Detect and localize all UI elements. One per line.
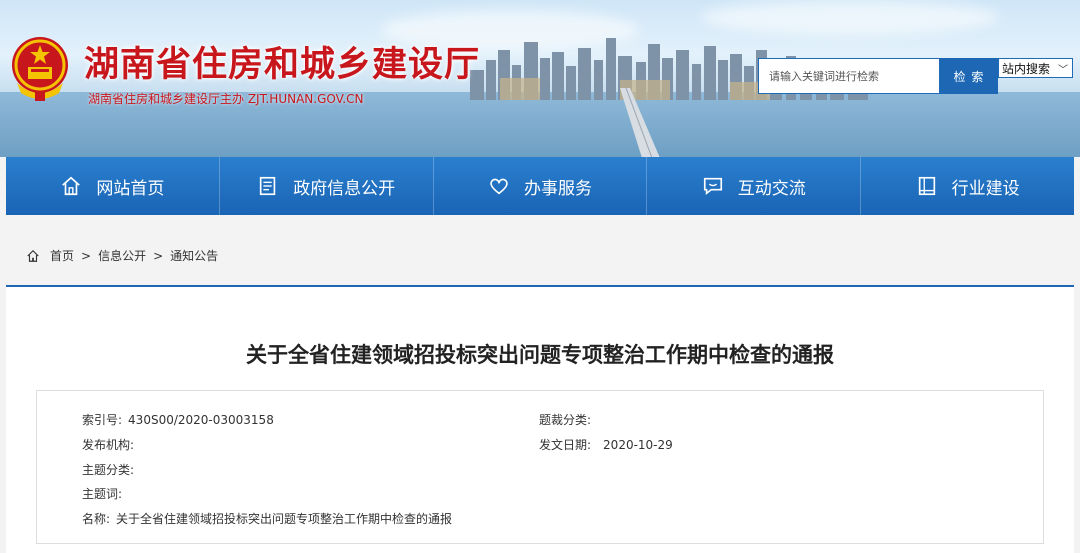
nav-item-label: 政府信息公开	[293, 178, 396, 199]
meta-label: 主题词:	[82, 487, 123, 501]
nav-item-home[interactable]: 网站首页	[6, 157, 220, 215]
site-subtitle: 湖南省住房和城乡建设厅主办 ZJT.HUNAN.GOV.CN	[88, 92, 364, 106]
meta-label: 索引号:	[82, 413, 123, 427]
nav-item-gov-info[interactable]: 政府信息公开	[220, 157, 434, 215]
bridge-decoration	[620, 88, 660, 157]
nav-item-label: 办事服务	[523, 178, 592, 199]
home-icon	[27, 249, 39, 262]
search-input[interactable]	[759, 59, 939, 93]
site-title: 湖南省住房和城乡建设厅	[84, 45, 481, 85]
heart-icon	[490, 178, 508, 195]
nav-item-services[interactable]: 办事服务	[434, 157, 648, 215]
article-metadata: 索引号: 430S00/2020-03003158 题裁分类: 发布机构: 发文日…	[36, 390, 1044, 544]
meta-date: 发文日期: 2020-10-29	[539, 436, 673, 453]
breadcrumb-link-info[interactable]: 信息公开	[98, 247, 146, 264]
breadcrumb-separator: >	[153, 248, 164, 263]
nav-item-label: 网站首页	[96, 178, 165, 199]
header-banner: 湖南省住房和城乡建设厅 湖南省住房和城乡建设厅主办 ZJT.HUNAN.GOV.…	[0, 0, 1080, 157]
meta-label: 发文日期:	[539, 438, 592, 452]
meta-topic: 主题分类:	[82, 461, 140, 478]
article-title: 关于全省住建领域招投标突出问题专项整治工作期中检查的通报	[246, 343, 834, 367]
search-scope-select[interactable]: 站内搜索 ﹀	[998, 58, 1073, 78]
book-icon	[918, 176, 935, 196]
meta-publisher: 发布机构:	[82, 436, 140, 453]
nav-item-label: 互动交流	[737, 178, 806, 199]
search-button[interactable]: 检 索	[940, 58, 998, 94]
meta-name: 名称: 关于全省住建领域招投标突出问题专项整治工作期中检查的通报	[82, 510, 452, 527]
meta-label: 主题分类:	[82, 463, 135, 477]
document-icon	[260, 176, 276, 196]
article-panel: 关于全省住建领域招投标突出问题专项整治工作期中检查的通报 索引号: 430S00/…	[6, 285, 1074, 553]
nav-item-label: 行业建设	[951, 178, 1020, 199]
breadcrumb-separator: >	[81, 248, 92, 263]
meta-index: 索引号: 430S00/2020-03003158	[82, 411, 274, 428]
nav-item-interaction[interactable]: 互动交流	[647, 157, 862, 215]
meta-keywords: 主题词:	[82, 485, 128, 502]
meta-label: 发布机构:	[82, 438, 135, 452]
nav-item-industry[interactable]: 行业建设	[861, 157, 1074, 215]
chevron-down-icon: ﹀	[1058, 65, 1068, 76]
breadcrumb-link-home[interactable]: 首页	[50, 247, 74, 264]
search-box	[758, 58, 940, 94]
search-scope-value: 站内搜索	[1002, 61, 1051, 76]
meta-value: 关于全省住建领域招投标突出问题专项整治工作期中检查的通报	[116, 512, 453, 526]
breadcrumb-link-notices[interactable]: 通知公告	[170, 247, 218, 264]
meta-genre: 题裁分类:	[539, 411, 597, 428]
meta-label: 名称:	[82, 512, 111, 526]
main-nav: 网站首页 政府信息公开 办事服务 互动交流 行业建设	[6, 157, 1074, 215]
meta-label: 题裁分类:	[539, 413, 592, 427]
meta-value: 430S00/2020-03003158	[128, 413, 274, 427]
home-icon	[62, 176, 81, 196]
chat-icon	[703, 177, 722, 196]
breadcrumb: 首页 > 信息公开 > 通知公告	[26, 247, 218, 264]
national-emblem-logo	[12, 37, 68, 101]
meta-value: 2020-10-29	[603, 438, 673, 452]
